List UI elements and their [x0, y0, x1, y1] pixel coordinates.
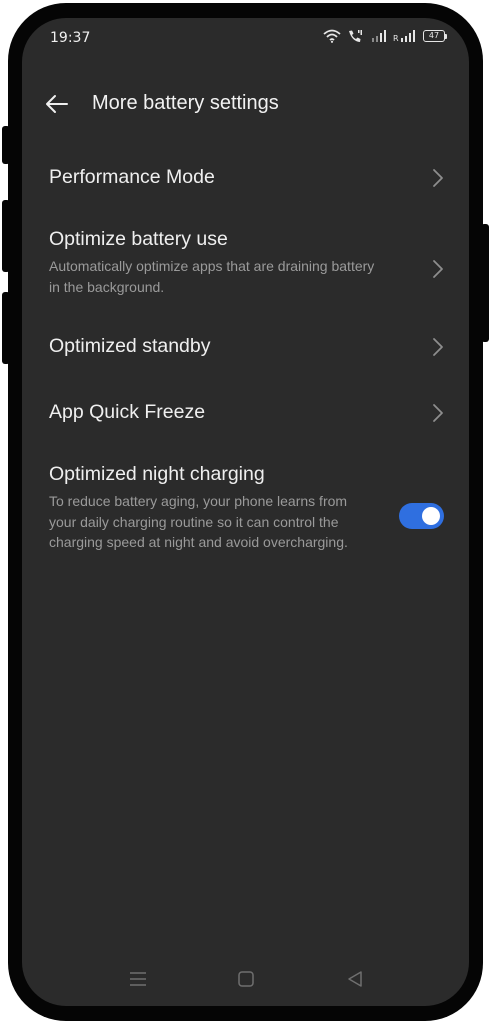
status-icons: R 47	[323, 29, 447, 43]
home-square-icon	[238, 971, 254, 987]
status-time: 19:37	[50, 30, 91, 46]
setting-description: Automatically optimize apps that are dra…	[49, 258, 375, 295]
home-button[interactable]	[233, 966, 259, 992]
setting-performance-mode[interactable]: Performance Mode	[22, 164, 469, 192]
app-bar: More battery settings	[22, 84, 469, 124]
page-title: More battery settings	[92, 92, 279, 114]
side-button-low-left	[2, 292, 10, 364]
chevron-right-icon	[433, 260, 443, 278]
setting-night-charging: Optimized night charging To reduce batte…	[22, 461, 469, 579]
menu-icon	[130, 972, 146, 986]
recents-button[interactable]	[125, 966, 151, 992]
setting-title: Optimize battery use	[49, 228, 228, 250]
battery-icon: 47	[423, 30, 447, 42]
setting-optimize-battery[interactable]: Optimize battery use Automatically optim…	[22, 226, 469, 300]
back-triangle-icon	[348, 971, 362, 987]
chevron-right-icon	[433, 338, 443, 356]
setting-title: Optimized standby	[49, 335, 211, 357]
battery-level: 47	[423, 30, 445, 42]
chevron-right-icon	[433, 169, 443, 187]
setting-title: Performance Mode	[49, 166, 215, 188]
setting-optimized-standby[interactable]: Optimized standby	[22, 333, 469, 361]
power-button	[481, 224, 489, 342]
arrow-left-icon	[46, 95, 68, 113]
night-charging-toggle[interactable]	[399, 503, 444, 529]
phone-screen: 19:37 R 47 More battery settings Perform…	[22, 18, 469, 1006]
setting-description: To reduce battery aging, your phone lear…	[49, 493, 348, 550]
back-button[interactable]	[42, 90, 72, 118]
signal-r-icon: R	[393, 30, 415, 42]
svg-text:R: R	[393, 34, 399, 42]
setting-title: App Quick Freeze	[49, 401, 206, 423]
toggle-knob	[422, 507, 440, 525]
wifi-icon	[323, 29, 341, 43]
chevron-right-icon	[433, 404, 443, 422]
call-icon	[349, 30, 362, 42]
status-bar: 19:37 R 47	[22, 18, 469, 58]
setting-title: Optimized night charging	[49, 463, 265, 485]
system-back-button[interactable]	[342, 966, 368, 992]
navigation-bar	[22, 964, 469, 994]
signal-icon	[372, 30, 386, 42]
setting-app-quick-freeze[interactable]: App Quick Freeze	[22, 399, 469, 427]
side-button-mid-left	[2, 200, 10, 272]
side-button-top-left	[2, 126, 10, 164]
